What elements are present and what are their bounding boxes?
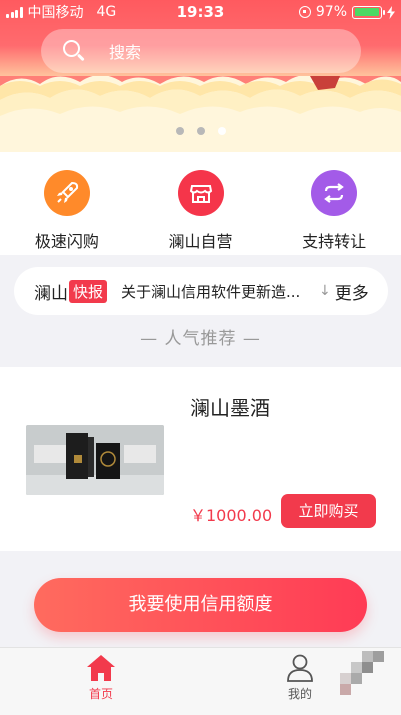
scroll-down-icon: ↓ bbox=[319, 283, 331, 299]
feature-label: 极速闪购 bbox=[34, 232, 99, 251]
product-card[interactable]: 澜山墨酒 ￥1000.00 立即购买 bbox=[0, 367, 401, 551]
search-placeholder: 搜索 bbox=[109, 43, 142, 62]
pagination-dot[interactable] bbox=[196, 127, 205, 135]
home-icon bbox=[87, 655, 115, 681]
user-icon bbox=[287, 654, 313, 682]
use-credit-button[interactable]: 我要使用信用额度 bbox=[34, 578, 367, 632]
search-icon bbox=[63, 40, 85, 62]
search-bar[interactable]: 搜索 bbox=[41, 29, 361, 73]
ticker-badge: 快报 bbox=[69, 279, 108, 303]
battery-percent: 97% bbox=[315, 4, 347, 20]
ticker-more-link[interactable]: 更多 bbox=[335, 279, 369, 304]
product-price: ￥1000.00 bbox=[190, 506, 273, 525]
pixelated-overlay bbox=[340, 651, 384, 695]
tab-mine[interactable]: 我的 bbox=[270, 654, 330, 702]
product-name: 澜山墨酒 bbox=[190, 396, 270, 420]
transfer-icon bbox=[311, 170, 358, 216]
banner-clouds-image[interactable] bbox=[0, 76, 401, 152]
status-bar: 中国移动 4G 19:33 97% bbox=[0, 0, 401, 24]
tab-mine-label: 我的 bbox=[287, 687, 312, 701]
banner-pagination bbox=[0, 127, 401, 135]
feature-self-operated[interactable]: 澜山自营 bbox=[134, 152, 268, 255]
pagination-dot-active[interactable] bbox=[217, 127, 226, 135]
news-ticker[interactable]: 澜山 快报 关于澜山信用软件更新造... ↓ 更多 bbox=[14, 267, 388, 315]
ticker-brand: 澜山 bbox=[34, 283, 68, 304]
ticker-headline[interactable]: 关于澜山信用软件更新造... bbox=[121, 281, 317, 302]
feature-transfer[interactable]: 支持转让 bbox=[267, 152, 401, 255]
feature-flash-sale[interactable]: 极速闪购 bbox=[0, 152, 134, 255]
buy-now-button[interactable]: 立即购买 bbox=[281, 494, 376, 528]
tab-home-label: 首页 bbox=[88, 687, 113, 701]
tab-home[interactable]: 首页 bbox=[71, 654, 131, 702]
pagination-dot[interactable] bbox=[175, 127, 184, 135]
battery-icon bbox=[352, 5, 385, 19]
product-image[interactable] bbox=[26, 425, 164, 495]
section-title: — 人气推荐 — bbox=[140, 329, 261, 349]
hero-banner: 中国移动 4G 19:33 97% 搜索 bbox=[0, 0, 401, 152]
charging-icon bbox=[387, 5, 395, 19]
rotation-lock-icon bbox=[298, 6, 311, 18]
rocket-icon bbox=[43, 170, 90, 216]
feature-label: 澜山自营 bbox=[168, 232, 233, 251]
tab-bar: 首页 我的 bbox=[0, 647, 401, 715]
feature-label: 支持转让 bbox=[302, 232, 367, 251]
store-icon bbox=[177, 170, 224, 216]
feature-grid: 极速闪购 澜山自营 支持转让 bbox=[0, 152, 401, 255]
